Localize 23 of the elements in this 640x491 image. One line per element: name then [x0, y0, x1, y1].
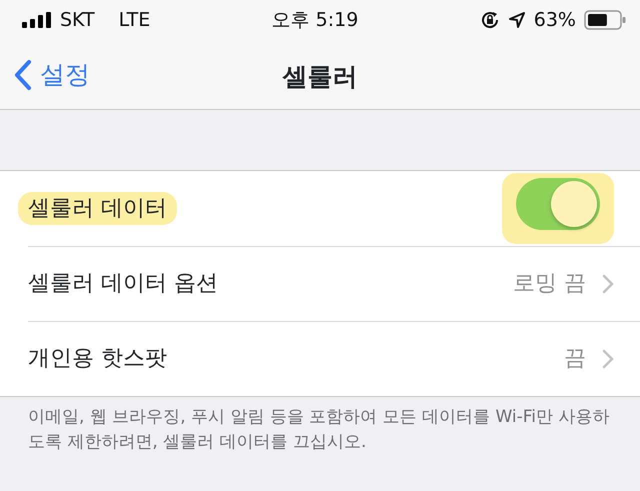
- signal-icon: [22, 12, 52, 28]
- status-time: 오후 5:19: [272, 8, 358, 33]
- settings-row[interactable]: 셀룰러 데이터: [0, 171, 640, 246]
- toggle-switch[interactable]: [516, 178, 600, 230]
- row-value: 끔: [564, 345, 586, 373]
- settings-row[interactable]: 셀룰러 데이터 옵션 로밍 끔: [0, 246, 640, 321]
- battery-icon: [584, 10, 626, 30]
- row-label: 셀룰러 데이터: [18, 192, 177, 225]
- network-type: LTE: [118, 8, 150, 33]
- rotation-lock-icon: [480, 10, 500, 30]
- chevron-right-icon: [602, 274, 614, 294]
- chevron-left-icon: [14, 58, 32, 90]
- battery-percent: 63%: [534, 8, 576, 33]
- row-label: 개인용 핫스팟: [28, 346, 167, 371]
- row-value: 로밍 끔: [513, 270, 586, 298]
- back-button[interactable]: 설정: [0, 56, 90, 94]
- row-label: 셀룰러 데이터 옵션: [28, 271, 218, 296]
- footer-note: 이메일, 웹 브라우징, 푸시 알림 등을 포함하여 모든 데이터를 Wi-Fi만 사용하도록 제한하려면, 셀룰러 데이터를 끄십시오.: [27, 406, 610, 454]
- settings-row[interactable]: 개인용 핫스팟 끔: [0, 321, 640, 396]
- location-arrow-icon: [508, 11, 526, 29]
- nav-title: 셀룰러: [282, 61, 358, 93]
- chevron-right-icon: [602, 348, 614, 368]
- carrier-name: SKT: [60, 8, 95, 33]
